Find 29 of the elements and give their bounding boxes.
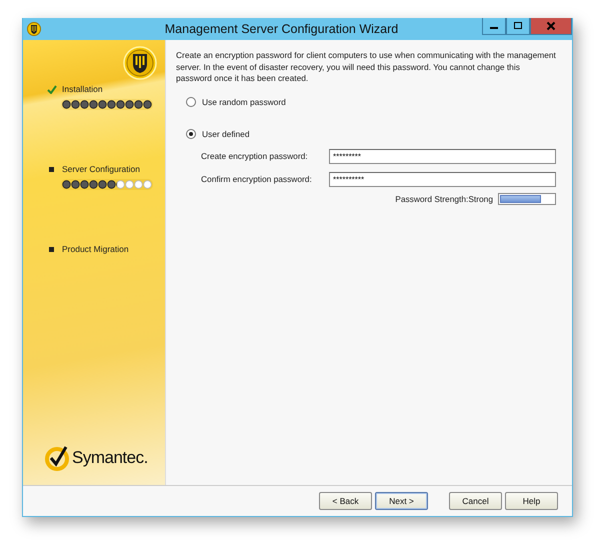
password-field[interactable]: ********* bbox=[329, 148, 556, 164]
close-button[interactable] bbox=[530, 18, 572, 35]
minimize-button[interactable] bbox=[482, 18, 506, 35]
field-label: Create encryption password: bbox=[201, 151, 309, 161]
help-button[interactable]: Help bbox=[505, 492, 558, 510]
strength-label: Password Strength:Strong bbox=[395, 194, 493, 204]
maximize-icon bbox=[513, 21, 523, 31]
step-label: Product Migration bbox=[62, 244, 129, 254]
back-button[interactable]: < Back bbox=[319, 492, 372, 510]
checkmark-logo-icon bbox=[45, 445, 71, 471]
radio-option[interactable]: Use random password bbox=[186, 96, 286, 106]
radio-button[interactable] bbox=[186, 96, 196, 106]
next-button[interactable]: Next > bbox=[375, 492, 428, 510]
shield-icon bbox=[27, 22, 41, 36]
brand-name: Symantec. bbox=[72, 448, 148, 468]
cancel-button[interactable]: Cancel bbox=[449, 492, 502, 510]
step-label: Installation bbox=[62, 84, 103, 94]
intro-text: Create an encryption password for client computers to use when communicating with the management server. In the event of disaster recovery, you will need this password. You cannot change this password once it has been created. bbox=[176, 50, 556, 84]
maximize-button[interactable] bbox=[506, 18, 530, 35]
password-field[interactable]: ********** bbox=[329, 172, 556, 186]
radio-button[interactable] bbox=[186, 128, 196, 138]
radio-option[interactable]: User defined bbox=[186, 128, 250, 138]
shield-icon bbox=[123, 46, 157, 80]
window-title: Management Server Configuration Wizard bbox=[164, 22, 400, 36]
radio-label: User defined bbox=[202, 128, 250, 138]
close-icon bbox=[546, 21, 556, 31]
step-label: Server Configuration bbox=[62, 164, 140, 174]
radio-label: Use random password bbox=[202, 96, 286, 106]
field-label: Confirm encryption password: bbox=[201, 174, 313, 184]
